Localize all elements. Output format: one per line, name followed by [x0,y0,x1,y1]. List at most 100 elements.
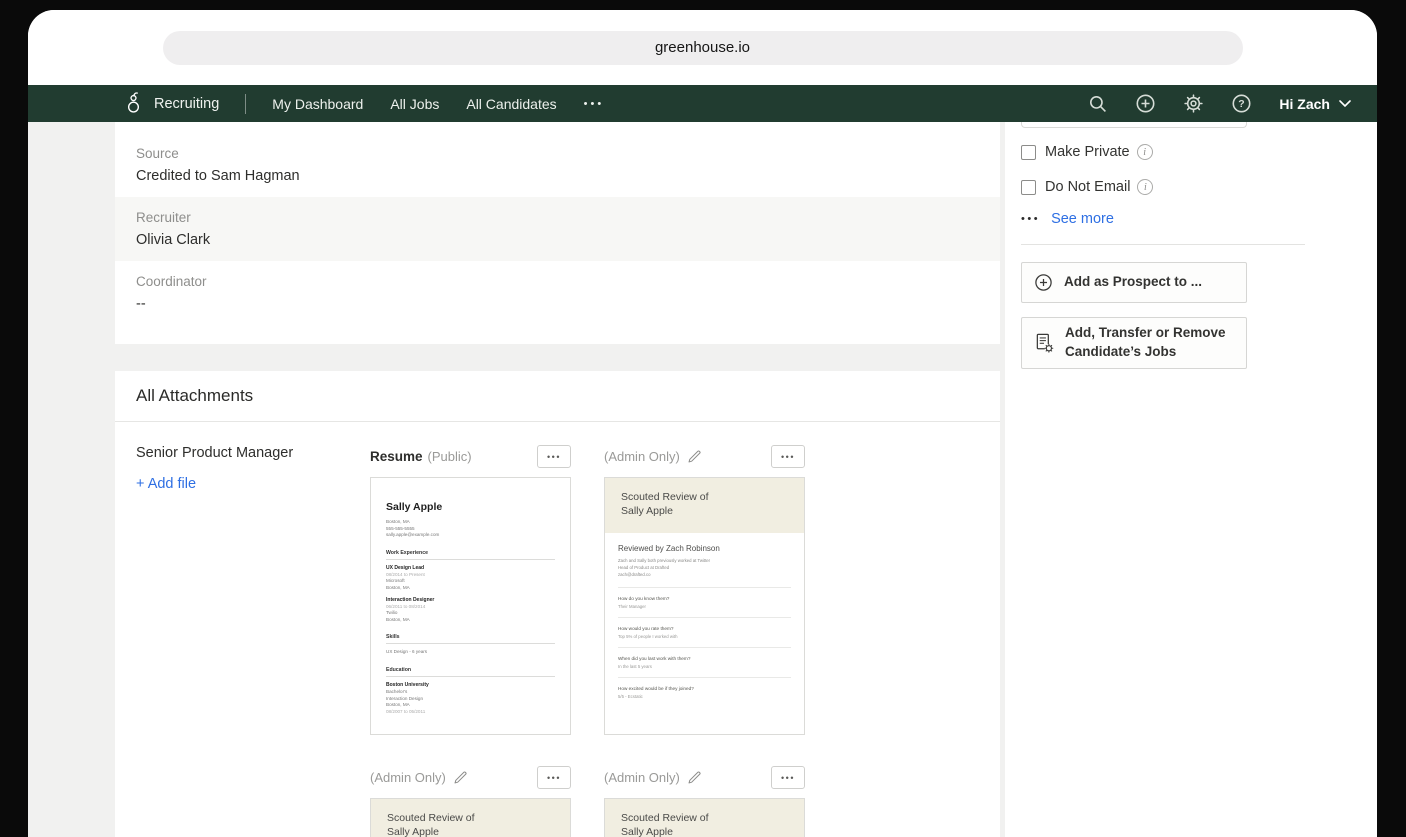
more-dots-icon: ••• [1021,213,1041,225]
recruiter-label: Recruiter [136,210,191,225]
add-plus-icon[interactable] [1135,93,1156,114]
resume-skills-line: UX Design - 6 years [386,649,428,655]
coordinator-value: -- [136,296,146,312]
review-title-band: Scouted Review of Sally Apple [605,478,804,533]
top-nav: Recruiting My Dashboard All Jobs All Can… [28,85,1377,122]
resume-label: Resume [370,449,423,464]
nav-separator [245,93,247,114]
add-transfer-remove-jobs-button[interactable]: Add, Transfer or Remove Candidate’s Jobs [1021,317,1247,369]
browser-chrome: greenhouse.io [28,10,1377,85]
admin-attachment-header: (Admin Only) ••• [604,445,805,468]
admin-only-label: (Admin Only) [370,770,446,785]
add-file-link[interactable]: + Add file [136,476,370,492]
candidate-details-card: Source Credited to Sam Hagman Recruiter … [115,122,1000,344]
see-more-row: ••• See more [1021,211,1377,227]
add-as-prospect-button[interactable]: Add as Prospect to ... [1021,262,1247,303]
all-attachments-card: All Attachments Senior Product Manager +… [115,371,1000,837]
resume-contact-line: Boston, MA [386,519,410,524]
resume-contact: Boston, MA 555-555-5555 sally.apple@exam… [386,519,555,539]
info-icon[interactable]: i [1136,144,1153,160]
do-not-email-row: Do Not Email i [1021,179,1377,195]
do-not-email-checkbox[interactable] [1021,179,1036,195]
review-title-band: Scouted Review of Sally Apple [371,799,570,837]
resume-menu-button[interactable]: ••• [537,445,571,468]
address-bar[interactable]: greenhouse.io [162,30,1243,65]
pencil-icon[interactable] [453,770,468,785]
user-menu[interactable]: Hi Zach [1279,96,1351,112]
cutoff-panel [1021,122,1247,128]
nav-overflow-menu[interactable]: ••• [584,98,605,110]
user-greeting-label: Hi Zach [1279,95,1330,112]
resume-contact-line: 555-555-5555 [386,525,415,531]
all-attachments-title: All Attachments [115,371,1000,422]
attachments-job-column: Senior Product Manager + Add file [136,445,370,492]
resume-work-header: Work Experience [386,550,555,560]
search-icon[interactable] [1088,94,1108,114]
svg-text:?: ? [1239,98,1245,110]
right-sidebar: Make Private i Do Not Email i ••• See mo… [1005,122,1377,837]
attachments-grid: Senior Product Manager + Add file Resume… [115,422,1000,837]
attachments-column-2: (Admin Only) ••• Scouted Review of Sally… [604,445,838,837]
admin-only-label: (Admin Only) [604,449,680,464]
admin-attachment-header: (Admin Only) ••• [604,766,805,789]
resume-preview: Sally Apple Boston, MA 555-555-5555 sall… [371,478,570,734]
field-row-recruiter: Recruiter Olivia Clark [115,197,1000,261]
resume-job: UX Design Lead 08/2014 to Present Micros… [386,564,425,590]
admin-attachment-header: (Admin Only) ••• [370,766,571,789]
make-private-label: Make Private [1045,144,1130,160]
admin-only-label: (Admin Only) [604,770,680,785]
resume-education-header: Education [386,667,555,677]
resume-thumbnail[interactable]: Sally Apple Boston, MA 555-555-5555 sall… [370,477,571,735]
review-meta: Zach and Sally both previously worked at… [618,558,711,577]
pencil-icon[interactable] [687,449,702,464]
resume-education: Boston University Bachelor's Interaction… [386,681,429,714]
source-value: Credited to Sam Hagman [136,168,300,184]
nav-link-all-candidates[interactable]: All Candidates [466,96,556,112]
resume-header: Resume (Public) ••• [370,445,571,468]
sidebar-divider [1021,244,1305,245]
page-content: Source Credited to Sam Hagman Recruiter … [28,122,1377,837]
source-label: Source [136,146,179,161]
nav-link-all-jobs[interactable]: All Jobs [390,96,439,112]
document-gear-icon [1036,333,1054,353]
help-icon[interactable]: ? [1231,93,1252,114]
review-reviewed-by: Reviewed by Zach Robinson [618,544,720,553]
gear-icon[interactable] [1183,93,1204,114]
attachment-menu-button[interactable]: ••• [771,445,805,468]
add-as-prospect-label: Add as Prospect to ... [1064,274,1203,290]
scouted-review-thumbnail[interactable]: Scouted Review of Sally Apple [604,798,805,837]
resume-name: Sally Apple [386,501,443,513]
recruiter-value: Olivia Clark [136,232,211,248]
do-not-email-label: Do Not Email [1045,179,1131,195]
nav-brand-label[interactable]: Recruiting [154,96,219,112]
greenhouse-logo-icon[interactable] [125,90,142,117]
make-private-row: Make Private i [1021,144,1377,160]
pencil-icon[interactable] [687,770,702,785]
attachment-menu-button[interactable]: ••• [537,766,571,789]
attachments-column-1: Resume (Public) ••• Sally Apple Boston, … [370,445,604,837]
review-body: Reviewed by Zach Robinson Zach and Sally… [605,533,804,708]
browser-window: greenhouse.io Recruiting My Dashboard Al… [28,10,1377,837]
job-title: Senior Product Manager [136,445,294,461]
nav-link-my-dashboard[interactable]: My Dashboard [272,96,363,112]
scouted-review-thumbnail[interactable]: Scouted Review of Sally Apple [370,798,571,837]
plus-circle-icon [1035,274,1052,291]
chevron-down-icon [1339,99,1351,107]
see-more-link[interactable]: See more [1051,211,1114,227]
review-title-band: Scouted Review of Sally Apple [605,799,804,837]
main-column: Source Credited to Sam Hagman Recruiter … [28,122,1005,837]
info-icon[interactable]: i [1137,179,1154,195]
field-row-source: Source Credited to Sam Hagman [115,133,1000,197]
scouted-review-thumbnail[interactable]: Scouted Review of Sally Apple Reviewed b… [604,477,805,735]
coordinator-label: Coordinator [136,274,207,289]
resume-visibility-label: (Public) [427,449,472,464]
resume-job: Interaction Designer 06/2011 to 08/2014 … [386,596,435,622]
field-row-coordinator: Coordinator -- [115,261,1000,325]
nav-right-cluster: ? Hi Zach [1088,93,1351,114]
add-transfer-remove-jobs-label: Add, Transfer or Remove Candidate’s Jobs [1065,325,1226,359]
resume-skills-header: Skills [386,634,555,645]
address-bar-url: greenhouse.io [654,39,751,56]
attachment-menu-button[interactable]: ••• [771,766,805,789]
resume-contact-line: sally.apple@example.com [386,532,440,538]
make-private-checkbox[interactable] [1021,144,1036,160]
